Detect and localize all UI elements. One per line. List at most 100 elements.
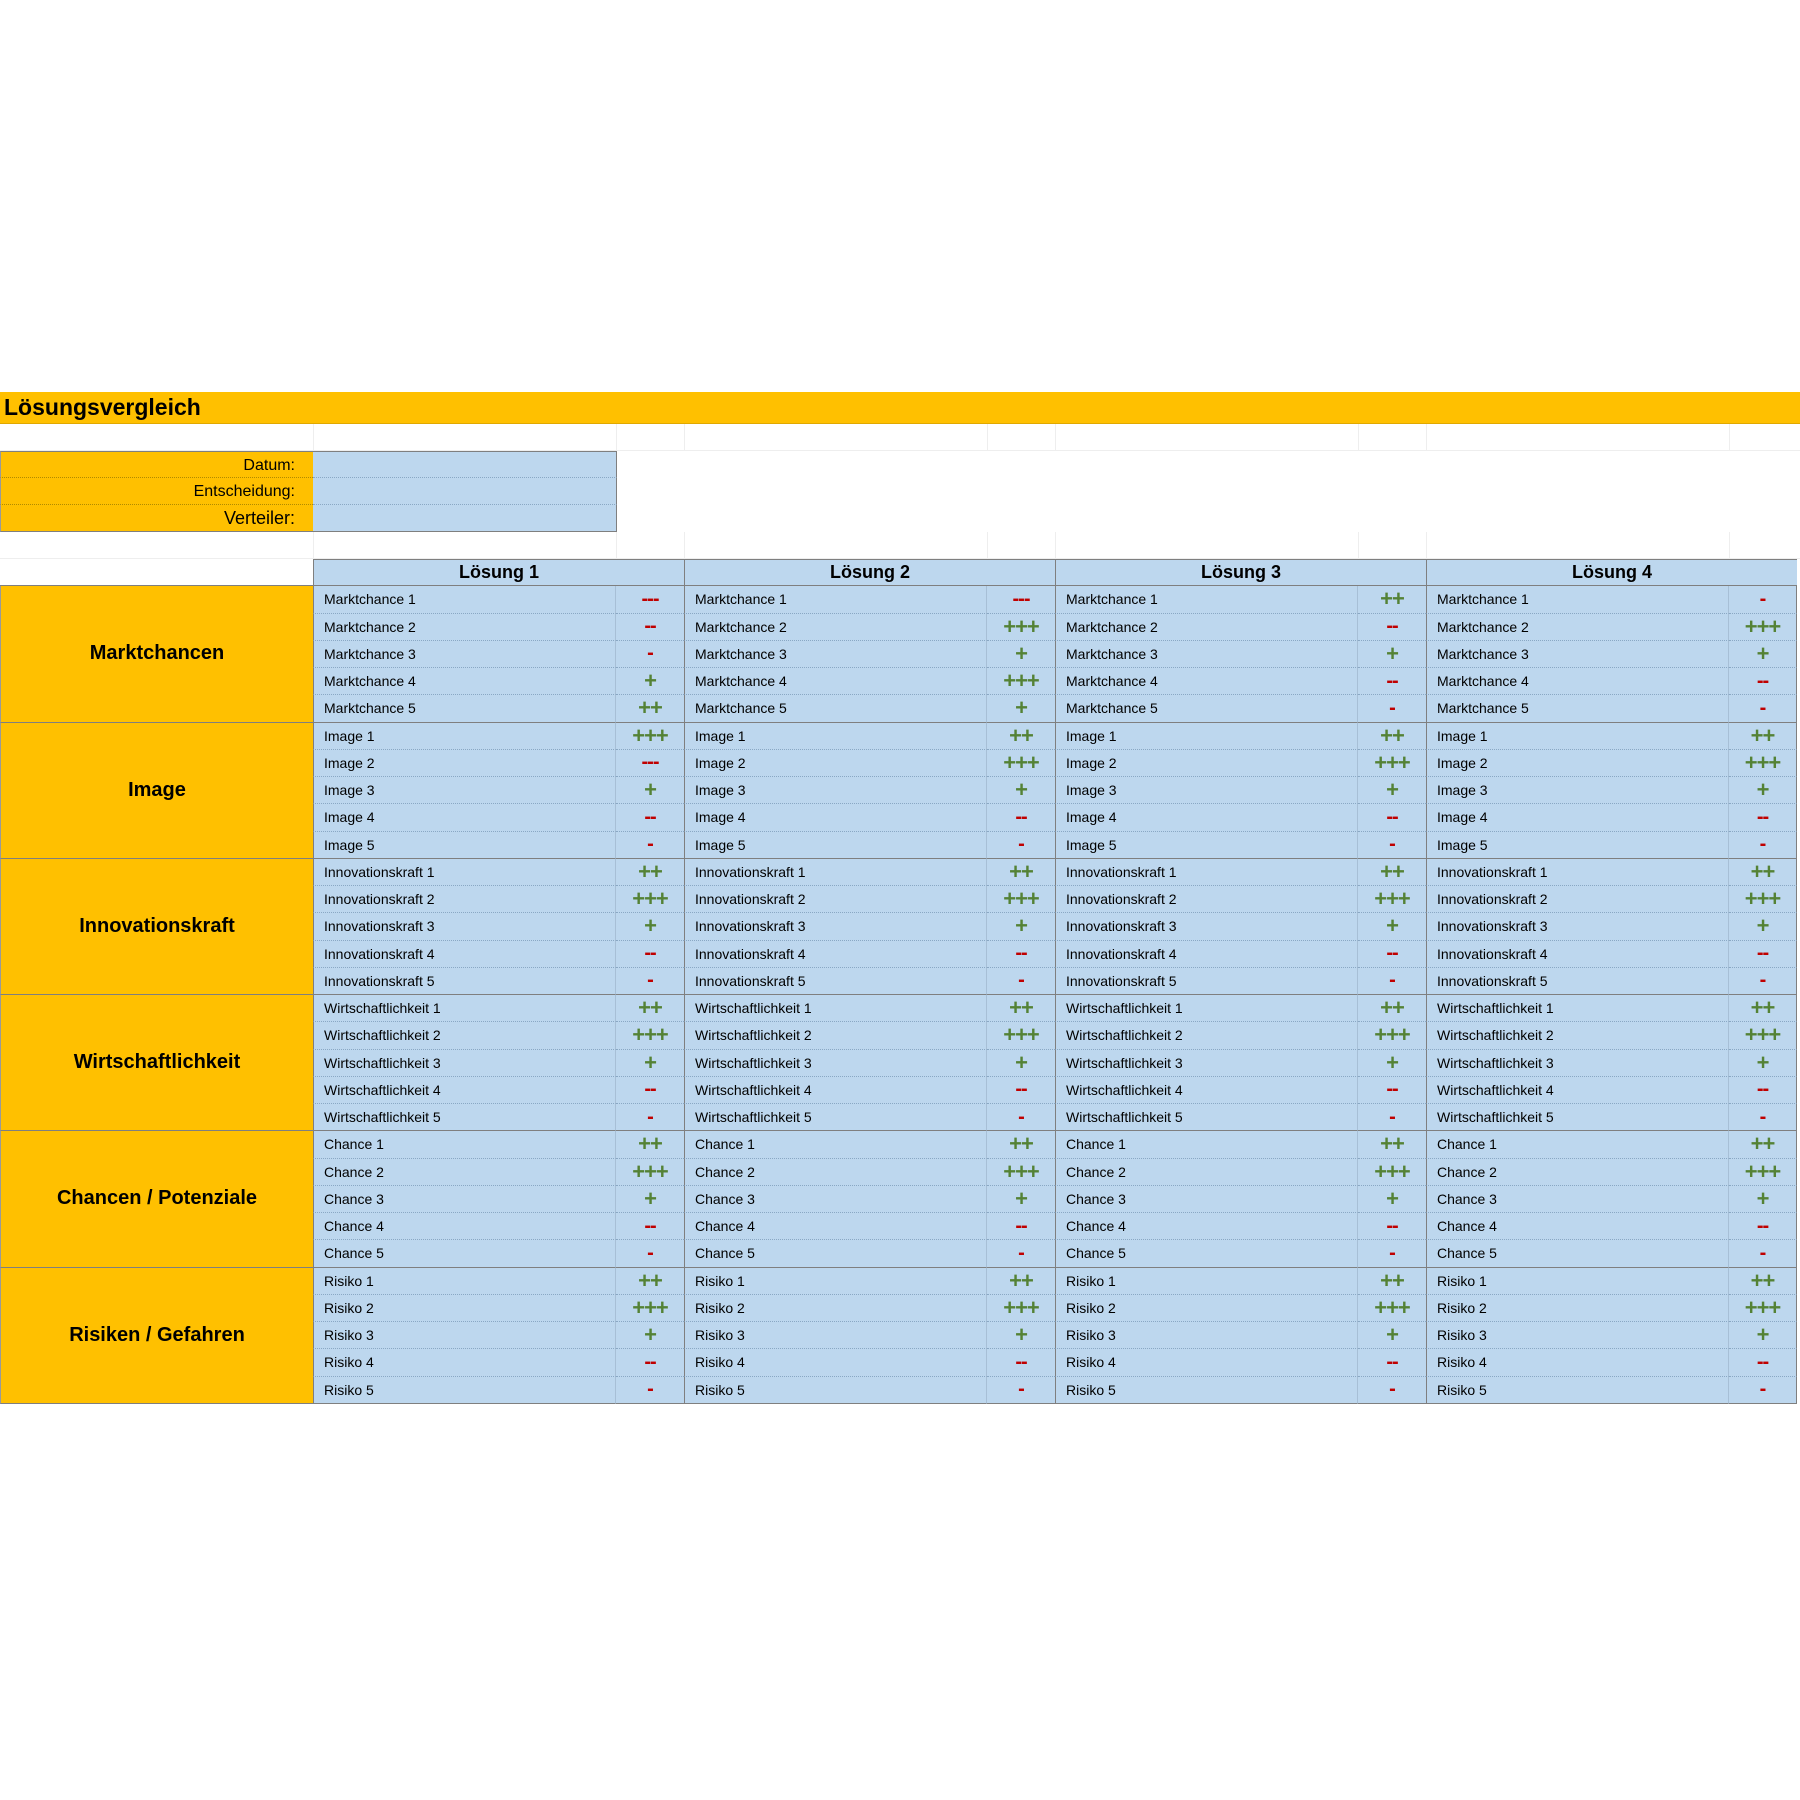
- criterion-cell[interactable]: Wirtschaftlichkeit 2: [313, 1022, 616, 1050]
- score-cell[interactable]: ++: [616, 995, 684, 1023]
- score-cell[interactable]: ++: [1729, 858, 1797, 886]
- criterion-cell[interactable]: Innovationskraft 5: [1055, 967, 1358, 995]
- score-cell[interactable]: ++: [1358, 1131, 1426, 1159]
- criterion-cell[interactable]: Wirtschaftlichkeit 4: [313, 1076, 616, 1104]
- score-cell[interactable]: +: [1729, 1185, 1797, 1213]
- criterion-cell[interactable]: Chance 1: [684, 1131, 987, 1159]
- criterion-cell[interactable]: Risiko 1: [1426, 1267, 1729, 1295]
- criterion-cell[interactable]: Innovationskraft 3: [1055, 913, 1358, 941]
- score-cell[interactable]: --: [1729, 1213, 1797, 1241]
- criterion-cell[interactable]: Wirtschaftlichkeit 5: [1426, 1104, 1729, 1132]
- score-cell[interactable]: +: [616, 1322, 684, 1350]
- score-cell[interactable]: +++: [616, 886, 684, 914]
- criterion-cell[interactable]: Marktchance 5: [1426, 695, 1729, 723]
- criterion-cell[interactable]: Chance 1: [313, 1131, 616, 1159]
- criterion-cell[interactable]: Marktchance 1: [684, 586, 987, 614]
- score-cell[interactable]: --: [987, 1076, 1055, 1104]
- score-cell[interactable]: +++: [1358, 1158, 1426, 1186]
- score-cell[interactable]: ++: [987, 1131, 1055, 1159]
- score-cell[interactable]: --: [616, 804, 684, 832]
- score-cell[interactable]: +: [1729, 913, 1797, 941]
- criterion-cell[interactable]: Chance 3: [684, 1185, 987, 1213]
- score-cell[interactable]: +: [987, 1322, 1055, 1350]
- criterion-cell[interactable]: Innovationskraft 4: [1426, 940, 1729, 968]
- criterion-cell[interactable]: Marktchance 2: [313, 613, 616, 641]
- score-cell[interactable]: +++: [616, 1022, 684, 1050]
- score-cell[interactable]: --: [1729, 1349, 1797, 1377]
- score-cell[interactable]: ++: [616, 1267, 684, 1295]
- score-cell[interactable]: +++: [616, 722, 684, 750]
- score-cell[interactable]: -: [1729, 831, 1797, 859]
- criterion-cell[interactable]: Marktchance 2: [684, 613, 987, 641]
- score-cell[interactable]: --: [616, 1076, 684, 1104]
- score-cell[interactable]: --: [1358, 1213, 1426, 1241]
- criterion-cell[interactable]: Innovationskraft 4: [1055, 940, 1358, 968]
- criterion-cell[interactable]: Wirtschaftlichkeit 4: [684, 1076, 987, 1104]
- score-cell[interactable]: --: [1358, 804, 1426, 832]
- criterion-cell[interactable]: Innovationskraft 1: [1426, 858, 1729, 886]
- score-cell[interactable]: +++: [987, 613, 1055, 641]
- score-cell[interactable]: -: [1358, 967, 1426, 995]
- criterion-cell[interactable]: Image 3: [684, 777, 987, 805]
- criterion-cell[interactable]: Risiko 4: [1426, 1349, 1729, 1377]
- criterion-cell[interactable]: Chance 2: [1426, 1158, 1729, 1186]
- criterion-cell[interactable]: Risiko 2: [1426, 1294, 1729, 1322]
- score-cell[interactable]: --: [616, 1349, 684, 1377]
- score-cell[interactable]: +++: [1729, 886, 1797, 914]
- criterion-cell[interactable]: Marktchance 1: [1426, 586, 1729, 614]
- criterion-cell[interactable]: Image 5: [313, 831, 616, 859]
- criterion-cell[interactable]: Marktchance 1: [313, 586, 616, 614]
- criterion-cell[interactable]: Innovationskraft 3: [313, 913, 616, 941]
- criterion-cell[interactable]: Wirtschaftlichkeit 1: [1426, 995, 1729, 1023]
- score-cell[interactable]: ++: [1729, 1131, 1797, 1159]
- score-cell[interactable]: -: [616, 831, 684, 859]
- score-cell[interactable]: --: [1358, 1076, 1426, 1104]
- criterion-cell[interactable]: Image 5: [1426, 831, 1729, 859]
- score-cell[interactable]: --: [616, 940, 684, 968]
- score-cell[interactable]: +++: [1729, 1158, 1797, 1186]
- date-input[interactable]: [313, 451, 617, 478]
- score-cell[interactable]: -: [1729, 1376, 1797, 1404]
- criterion-cell[interactable]: Innovationskraft 5: [313, 967, 616, 995]
- score-cell[interactable]: +++: [987, 886, 1055, 914]
- criterion-cell[interactable]: Innovationskraft 4: [313, 940, 616, 968]
- criterion-cell[interactable]: Wirtschaftlichkeit 5: [313, 1104, 616, 1132]
- score-cell[interactable]: +: [1729, 1322, 1797, 1350]
- criterion-cell[interactable]: Image 3: [1055, 777, 1358, 805]
- criterion-cell[interactable]: Risiko 2: [313, 1294, 616, 1322]
- score-cell[interactable]: -: [987, 831, 1055, 859]
- score-cell[interactable]: --: [1729, 940, 1797, 968]
- score-cell[interactable]: +++: [987, 668, 1055, 696]
- criterion-cell[interactable]: Risiko 3: [313, 1322, 616, 1350]
- criterion-cell[interactable]: Wirtschaftlichkeit 4: [1426, 1076, 1729, 1104]
- score-cell[interactable]: +: [987, 913, 1055, 941]
- score-cell[interactable]: +++: [987, 1158, 1055, 1186]
- score-cell[interactable]: -: [1358, 1240, 1426, 1268]
- criterion-cell[interactable]: Innovationskraft 4: [684, 940, 987, 968]
- score-cell[interactable]: ++: [1358, 586, 1426, 614]
- criterion-cell[interactable]: Marktchance 1: [1055, 586, 1358, 614]
- criterion-cell[interactable]: Image 1: [1055, 722, 1358, 750]
- score-cell[interactable]: ++: [616, 695, 684, 723]
- score-cell[interactable]: +++: [987, 1022, 1055, 1050]
- score-cell[interactable]: +: [616, 777, 684, 805]
- score-cell[interactable]: +: [1729, 1049, 1797, 1077]
- score-cell[interactable]: -: [616, 1376, 684, 1404]
- criterion-cell[interactable]: Marktchance 2: [1426, 613, 1729, 641]
- score-cell[interactable]: ++: [616, 1131, 684, 1159]
- criterion-cell[interactable]: Image 4: [1055, 804, 1358, 832]
- score-cell[interactable]: -: [987, 967, 1055, 995]
- score-cell[interactable]: ++: [987, 858, 1055, 886]
- criterion-cell[interactable]: Marktchance 5: [1055, 695, 1358, 723]
- criterion-cell[interactable]: Chance 5: [1426, 1240, 1729, 1268]
- criterion-cell[interactable]: Wirtschaftlichkeit 3: [313, 1049, 616, 1077]
- criterion-cell[interactable]: Marktchance 3: [1426, 640, 1729, 668]
- criterion-cell[interactable]: Innovationskraft 1: [313, 858, 616, 886]
- score-cell[interactable]: +++: [1358, 886, 1426, 914]
- score-cell[interactable]: +++: [987, 1294, 1055, 1322]
- criterion-cell[interactable]: Chance 2: [684, 1158, 987, 1186]
- score-cell[interactable]: ---: [987, 586, 1055, 614]
- score-cell[interactable]: +: [1358, 1322, 1426, 1350]
- criterion-cell[interactable]: Risiko 3: [1426, 1322, 1729, 1350]
- criterion-cell[interactable]: Image 5: [1055, 831, 1358, 859]
